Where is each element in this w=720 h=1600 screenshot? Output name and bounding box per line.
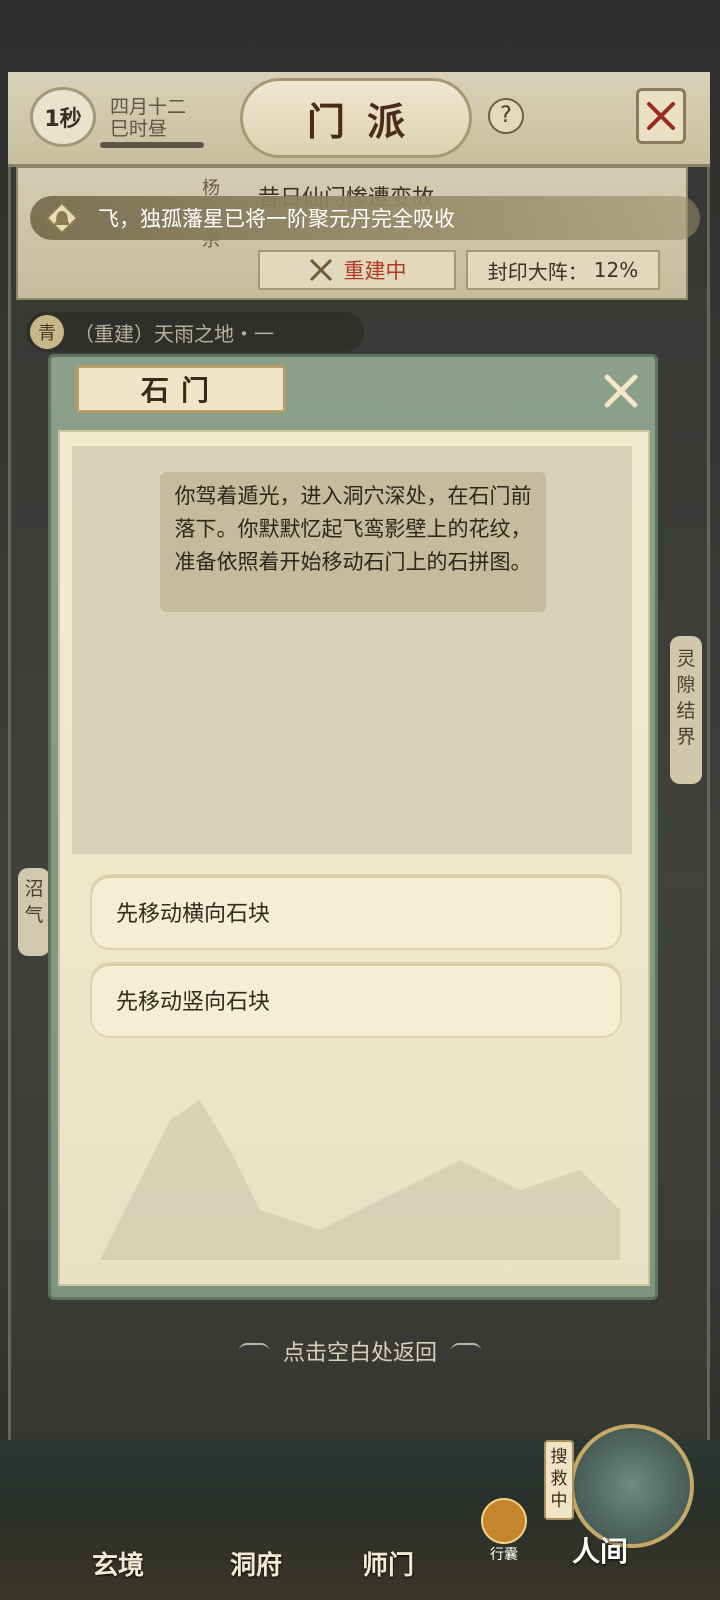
side-label-miasma[interactable]: 沼气 xyxy=(18,868,50,956)
option-label: 先移动横向石块 xyxy=(116,902,271,927)
timer-badge: 1秒 xyxy=(30,87,96,147)
search-rescue-tag[interactable]: 搜救中 xyxy=(544,1440,574,1520)
page-title: 门派 xyxy=(306,98,427,144)
bag-icon xyxy=(481,1498,527,1544)
side-label-barrier[interactable]: 灵隙结界 xyxy=(670,636,702,784)
tap-to-return-hint[interactable]: 点击空白处返回 xyxy=(220,1336,500,1366)
rebuild-status[interactable]: 重建中 xyxy=(258,250,456,290)
page-title-plaque: 门派 xyxy=(240,78,472,158)
nav-shimen[interactable]: 师门 xyxy=(328,1460,448,1590)
seal-formation-status[interactable]: 封印大阵： 12% xyxy=(466,250,660,290)
area-badge-icon: 青 xyxy=(30,315,64,349)
nav-label: 师门 xyxy=(361,1551,414,1581)
dialog-title: 石门 xyxy=(140,374,221,407)
bag-button[interactable]: 行囊 xyxy=(474,1494,534,1564)
return-hint-text: 点击空白处返回 xyxy=(282,1341,437,1366)
bag-label: 行囊 xyxy=(490,1547,518,1563)
notice-ticker: 飞，独孤藩星已将一阶聚元丹完全吸收 xyxy=(30,196,700,240)
area-name: （重建）天雨之地・一 xyxy=(74,321,274,346)
mountain-mist-decoration xyxy=(100,1100,620,1260)
option-move-horizontal[interactable]: 先移动横向石块 xyxy=(90,874,622,950)
nav-dongfu[interactable]: 洞府 xyxy=(196,1460,316,1590)
notice-text: 飞，独孤藩星已将一阶聚元丹完全吸收 xyxy=(98,207,455,231)
dialog-title-plaque: 石门 xyxy=(76,365,286,413)
close-icon xyxy=(647,102,675,130)
nav-xuanjing[interactable]: 玄境 xyxy=(58,1460,178,1590)
close-icon xyxy=(604,374,638,408)
close-page-button[interactable] xyxy=(636,88,686,144)
nav-label: 玄境 xyxy=(91,1551,144,1581)
option-label: 先移动竖向石块 xyxy=(116,990,271,1015)
world-label: 人间 xyxy=(572,1535,629,1568)
time-progress-bar xyxy=(100,142,204,148)
status-label: 重建中 xyxy=(343,259,407,283)
option-move-vertical[interactable]: 先移动竖向石块 xyxy=(90,962,622,1038)
story-text: 你驾着遁光，进入洞穴深处，在石门前落下。你默默忆起飞鸾影壁上的花纹，准备依照着开… xyxy=(160,472,546,612)
date-hour: 巳时昼 xyxy=(110,118,168,140)
cloud-ornament-icon xyxy=(238,1343,269,1359)
nav-label: 洞府 xyxy=(229,1551,282,1581)
seal-value: 12% xyxy=(593,258,639,282)
dialog-close-button[interactable] xyxy=(600,370,642,412)
cloud-ornament-icon xyxy=(451,1343,481,1359)
bell-icon xyxy=(40,196,84,240)
crossed-swords-icon xyxy=(309,258,332,282)
help-button[interactable]: ? xyxy=(488,98,524,134)
seal-label: 封印大阵： xyxy=(487,259,588,284)
area-label: 青 （重建）天雨之地・一 xyxy=(26,312,364,352)
